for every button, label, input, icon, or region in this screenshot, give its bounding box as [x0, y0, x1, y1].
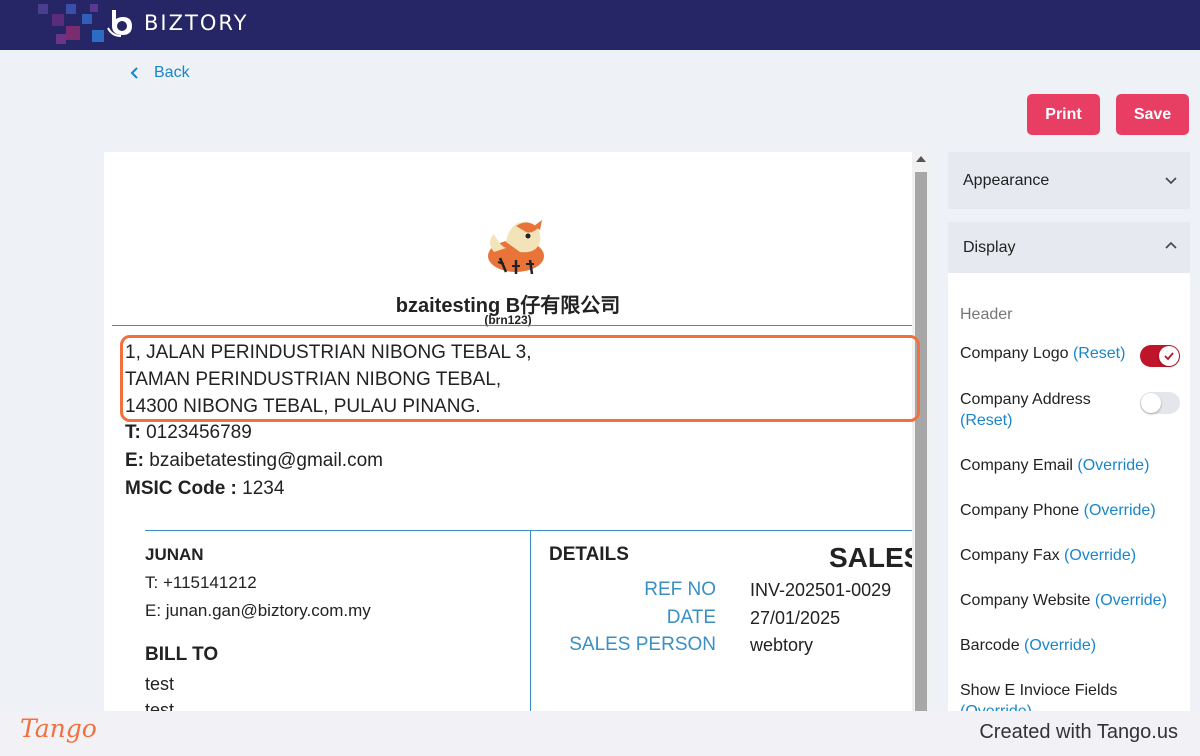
back-label: Back — [154, 64, 190, 81]
toggle-knob — [1159, 346, 1179, 366]
date-label: DATE — [666, 607, 716, 628]
date-value: 27/01/2025 — [750, 608, 841, 628]
chevron-up-icon — [1165, 241, 1177, 249]
override-link[interactable]: (Override) — [1064, 547, 1136, 564]
email-label: E: — [125, 450, 144, 471]
save-button[interactable]: Save — [1116, 94, 1189, 135]
msic-row: MSIC Code : 1234 — [125, 475, 383, 503]
ref-no-label: REF NO — [644, 579, 716, 600]
scroll-up-arrow-icon[interactable] — [916, 156, 926, 162]
customer-name: JUNAN — [145, 545, 204, 564]
option-company-website: Company Website (Override) — [960, 590, 1167, 611]
option-company-fax: Company Fax (Override) — [960, 545, 1136, 566]
option-label: Show E Invioce Fields — [960, 682, 1118, 699]
msic-value: 1234 — [242, 478, 285, 499]
bill-to-line: test — [145, 674, 175, 694]
company-contact: T: 0123456789 E: bzaibetatesting@gmail.c… — [125, 419, 383, 503]
print-button[interactable]: Print — [1027, 94, 1100, 135]
option-label: Company Address — [960, 391, 1091, 408]
option-company-phone: Company Phone (Override) — [960, 500, 1156, 521]
option-label: Barcode — [960, 637, 1020, 654]
toggle-knob — [1141, 393, 1161, 413]
override-link[interactable]: (Override) — [1024, 637, 1096, 654]
phone-label: T: — [125, 422, 141, 443]
chevron-left-icon — [130, 67, 138, 79]
option-barcode: Barcode (Override) — [960, 635, 1096, 656]
customer-email: E: junan.gan@biztory.com.my — [145, 601, 371, 620]
email-row: E: bzaibetatesting@gmail.com — [125, 447, 383, 475]
phone-row: T: 0123456789 — [125, 419, 383, 447]
company-address-toggle[interactable] — [1140, 392, 1180, 414]
back-link[interactable]: Back — [128, 64, 190, 82]
option-label: Company Fax — [960, 547, 1060, 564]
company-logo-image — [488, 220, 544, 275]
tango-logo: Tango — [20, 714, 97, 743]
document-title: SALES — [829, 542, 923, 573]
invoice-preview: bzaitesting B仔有限公司 (brn123) 1, JALAN PER… — [104, 152, 930, 712]
divider — [112, 325, 912, 326]
address-highlight — [120, 335, 920, 422]
display-label: Display — [963, 238, 1016, 256]
top-bar: BIZTORY — [0, 0, 1200, 50]
appearance-label: Appearance — [963, 171, 1050, 189]
customer-phone: T: +115141212 — [145, 573, 257, 592]
created-with-text: Created with Tango.us — [979, 721, 1178, 743]
scrollbar-thumb[interactable] — [915, 172, 927, 712]
appearance-section-header[interactable]: Appearance — [948, 152, 1190, 209]
override-link[interactable]: (Override) — [1077, 457, 1149, 474]
chevron-down-icon — [1165, 177, 1177, 185]
option-company-email: Company Email (Override) — [960, 455, 1149, 476]
option-label: Company Website — [960, 592, 1091, 609]
brand-name: BIZTORY — [144, 11, 249, 35]
header-section-label: Header — [960, 306, 1013, 323]
reset-link[interactable]: (Reset) — [1073, 345, 1125, 362]
option-label: Company Logo — [960, 345, 1069, 362]
sales-person-value: webtory — [750, 635, 814, 655]
biztory-logo-icon — [107, 10, 132, 37]
company-logo-toggle[interactable] — [1140, 345, 1180, 367]
display-section-header[interactable]: Display — [948, 222, 1190, 273]
option-label: Company Phone — [960, 502, 1080, 519]
msic-label: MSIC Code : — [125, 478, 237, 499]
ref-no-value: INV-202501-0029 — [750, 580, 892, 600]
option-label: Company Email — [960, 457, 1073, 474]
option-company-address: Company Address (Reset) — [960, 389, 1120, 431]
phone-value: 0123456789 — [146, 422, 252, 443]
override-link[interactable]: (Override) — [1095, 592, 1167, 609]
details-label: DETAILS — [549, 544, 629, 565]
check-icon — [1164, 352, 1174, 361]
reset-link[interactable]: (Reset) — [960, 412, 1012, 429]
option-company-logo: Company Logo (Reset) — [960, 343, 1125, 364]
bill-to-label: BILL TO — [145, 644, 219, 665]
override-link[interactable]: (Override) — [1084, 502, 1156, 519]
brand[interactable]: BIZTORY — [106, 8, 248, 38]
email-value: bzaibetatesting@gmail.com — [149, 450, 383, 471]
sales-person-label: SALES PERSON — [569, 634, 716, 655]
